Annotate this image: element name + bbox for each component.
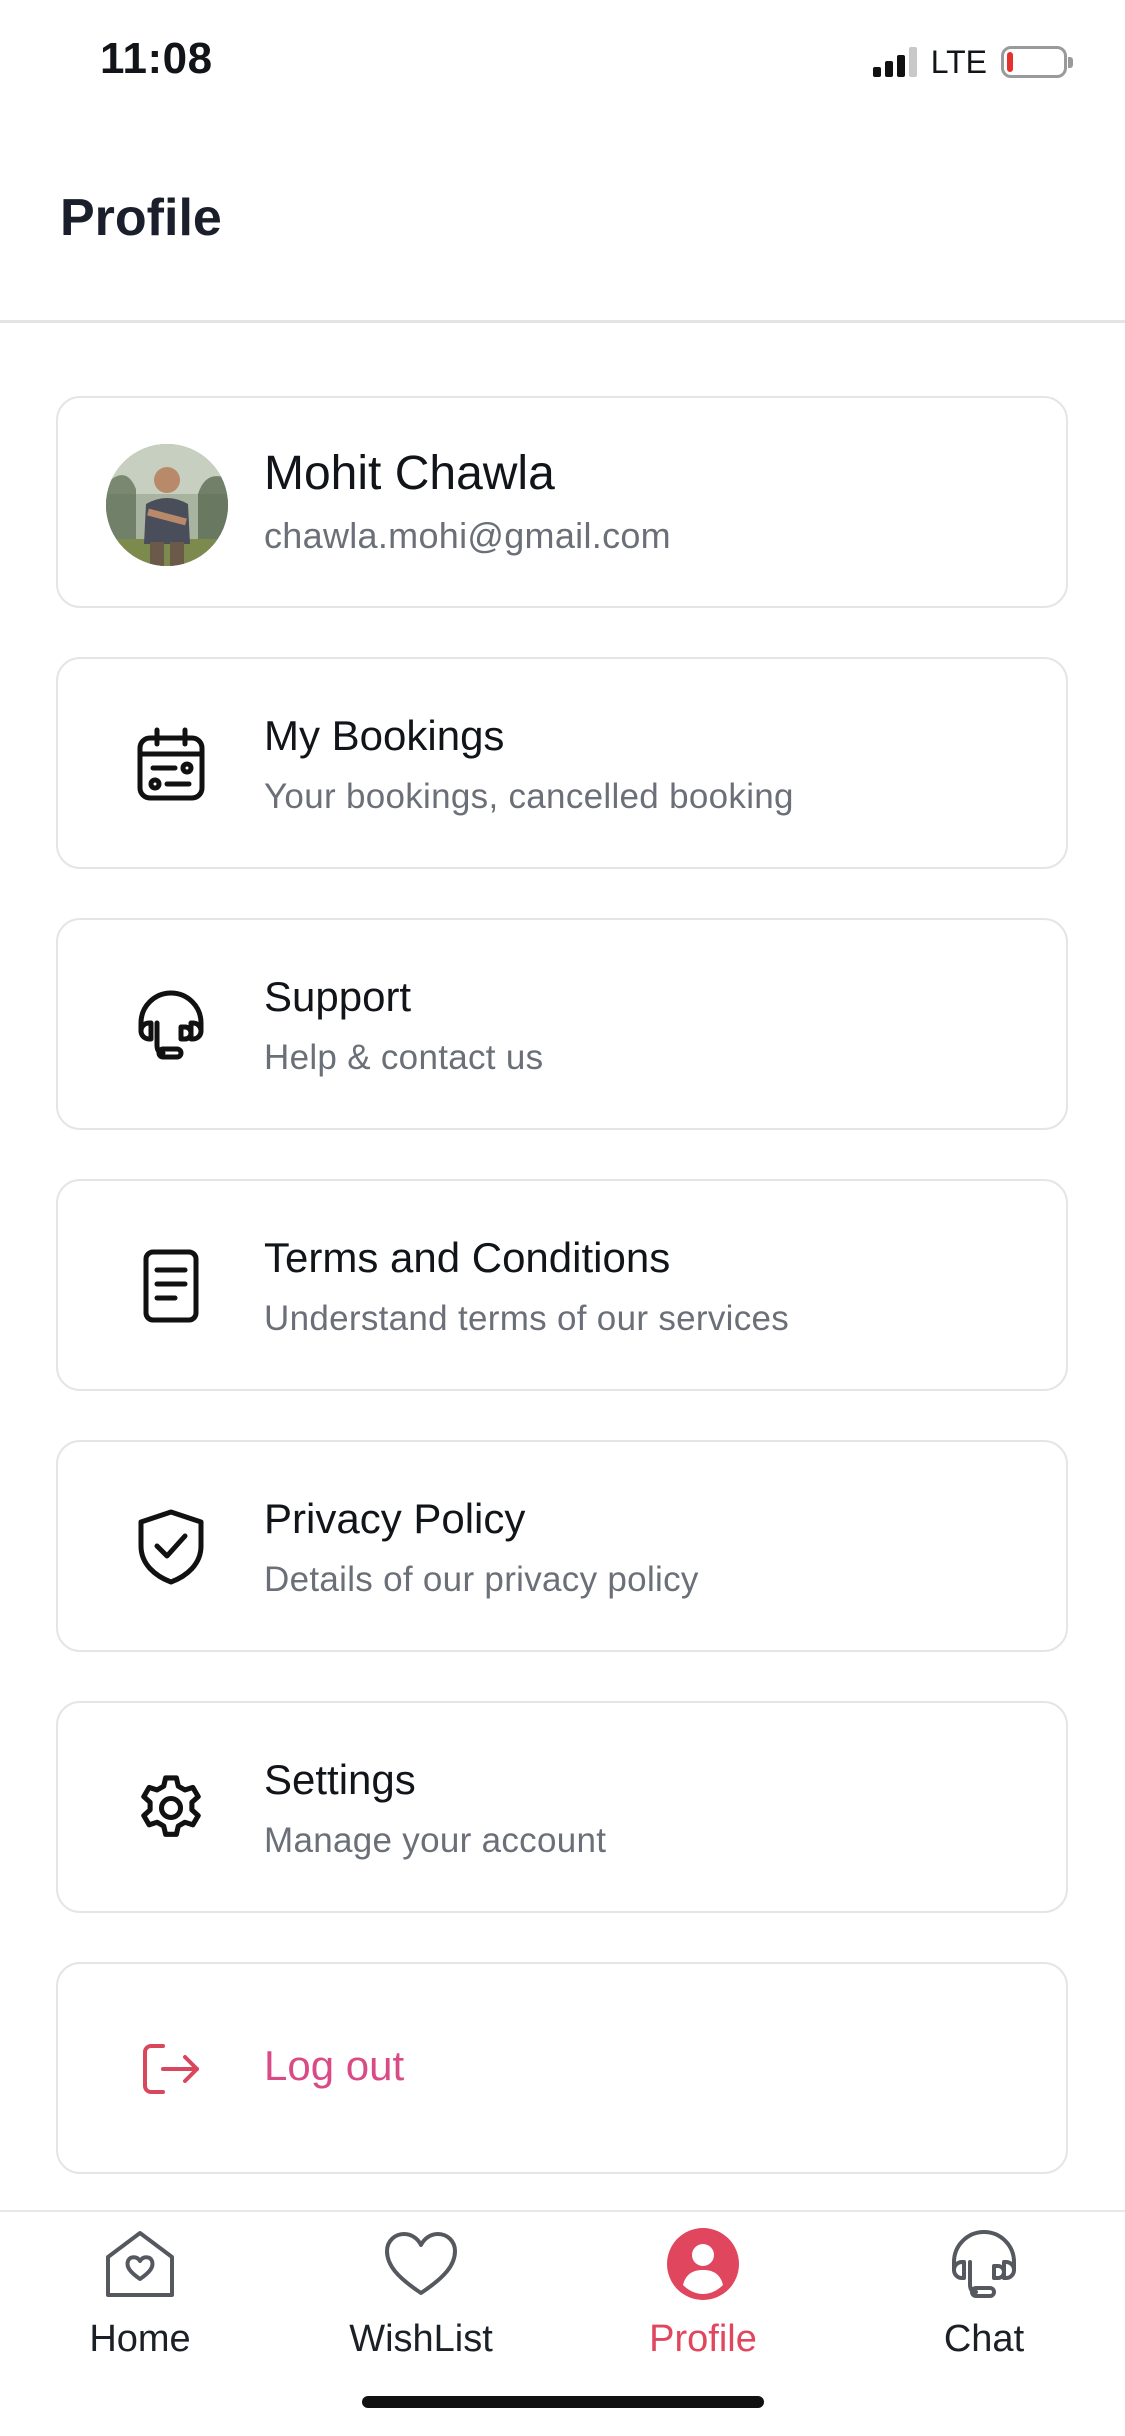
- menu-item-settings[interactable]: Settings Manage your account: [56, 1701, 1068, 1913]
- menu-item-privacy-policy[interactable]: Privacy Policy Details of our privacy po…: [56, 1440, 1068, 1652]
- menu-item-terms[interactable]: Terms and Conditions Understand terms of…: [56, 1179, 1068, 1391]
- nav-label-profile: Profile: [649, 2318, 757, 2360]
- page-title: Profile: [60, 189, 222, 247]
- home-indicator[interactable]: [362, 2396, 764, 2408]
- avatar: [106, 444, 228, 566]
- menu-item-text: My Bookings Your bookings, cancelled boo…: [264, 711, 1036, 819]
- battery-icon: [1001, 46, 1073, 78]
- logout-icon: [128, 2026, 214, 2112]
- nav-label-wishlist: WishList: [349, 2318, 493, 2360]
- nav-label-chat: Chat: [943, 2318, 1025, 2360]
- heart-icon: [381, 2224, 461, 2304]
- menu-item-title: Privacy Policy: [264, 1495, 526, 1542]
- home-heart-icon: [100, 2224, 180, 2304]
- profile-email: chawla.mohi@gmail.com: [264, 515, 671, 556]
- profile-info: Mohit Chawla chawla.mohi@gmail.com: [264, 446, 1036, 558]
- header-divider: [0, 320, 1125, 323]
- menu-item-title: Settings: [264, 1756, 416, 1803]
- status-bar: 11:08 LTE: [0, 0, 1125, 130]
- menu-item-text: Privacy Policy Details of our privacy po…: [264, 1494, 1036, 1602]
- logout-label: Log out: [264, 2042, 405, 2089]
- logout-button[interactable]: Log out: [56, 1962, 1068, 2174]
- menu-item-text: Support Help & contact us: [264, 972, 1036, 1080]
- nav-item-wishlist[interactable]: WishList: [311, 2224, 531, 2394]
- nav-item-chat[interactable]: Chat: [874, 2224, 1094, 2394]
- menu-item-subtitle: Your bookings, cancelled booking: [264, 777, 794, 816]
- headset-icon: [944, 2224, 1024, 2304]
- calendar-icon: [128, 721, 214, 807]
- menu-item-subtitle: Help & contact us: [264, 1038, 544, 1077]
- menu-item-text: Terms and Conditions Understand terms of…: [264, 1233, 1036, 1341]
- status-indicators: LTE: [872, 42, 1073, 82]
- signal-icon: [872, 47, 917, 77]
- menu-item-support[interactable]: Support Help & contact us: [56, 918, 1068, 1130]
- nav-item-profile[interactable]: Profile: [593, 2224, 813, 2394]
- network-label: LTE: [930, 43, 987, 80]
- profile-name: Mohit Chawla: [264, 447, 555, 500]
- menu-item-my-bookings[interactable]: My Bookings Your bookings, cancelled boo…: [56, 657, 1068, 869]
- menu-item-text: Settings Manage your account: [264, 1755, 1036, 1863]
- status-time: 11:08: [100, 34, 213, 83]
- profile-icon: [663, 2224, 743, 2304]
- menu-item-subtitle: Manage your account: [264, 1821, 607, 1860]
- document-icon: [128, 1243, 214, 1329]
- nav-label-home: Home: [89, 2318, 191, 2360]
- menu-item-title: Support: [264, 973, 412, 1020]
- shield-check-icon: [128, 1504, 214, 1590]
- menu-item-subtitle: Understand terms of our services: [264, 1299, 790, 1338]
- menu-item-title: My Bookings: [264, 712, 505, 759]
- gear-icon: [128, 1765, 214, 1851]
- nav-item-home[interactable]: Home: [30, 2224, 250, 2394]
- profile-card[interactable]: Mohit Chawla chawla.mohi@gmail.com: [56, 396, 1068, 608]
- headset-icon: [128, 982, 214, 1068]
- menu-item-title: Terms and Conditions: [264, 1234, 671, 1281]
- menu-item-subtitle: Details of our privacy policy: [264, 1560, 699, 1599]
